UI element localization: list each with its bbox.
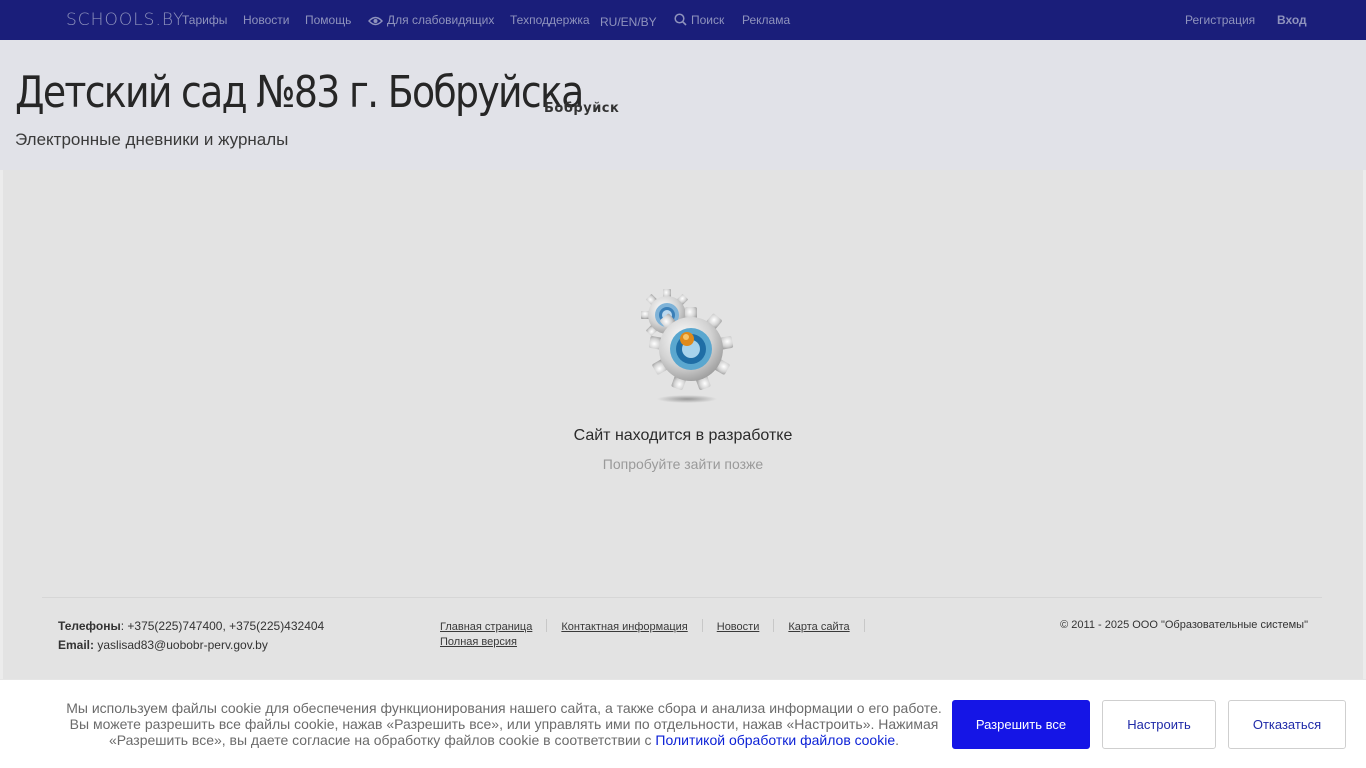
footer-copyright: © 2011 - 2025 ООО "Образовательные систе… [1060,619,1308,631]
footer-link-separator [773,619,775,632]
footer-link-separator [546,619,548,632]
email-label: Email: [58,638,95,652]
cookie-banner: Мы используем файлы cookie для обеспечен… [0,679,1366,768]
page-title: Детский сад №83 г. Бобруйска [15,67,584,118]
allow-all-button[interactable]: Разрешить все [952,700,1090,749]
footer-phones: Телефоны: +375(225)747400, +375(225)4324… [58,619,324,633]
footer-links: Главная страница Контактная информация Нов… [440,619,880,650]
nav-language-switch[interactable]: RU/EN/BY [600,15,657,29]
footer-link-contacts[interactable]: Контактная информация [561,621,687,633]
footer-link-full-version[interactable]: Полная версия [440,636,517,648]
eye-icon [368,16,383,26]
top-nav: SCHOOLS.BY Тарифы Новости Помощь Для сла… [0,0,1366,40]
phones-value: : +375(225)747400, +375(225)432404 [120,619,325,633]
nav-search-label: Поиск [691,13,725,27]
maintenance-submessage: Попробуйте зайти позже [602,456,764,472]
city-label: Бобруйск [544,101,620,116]
configure-button[interactable]: Настроить [1102,700,1216,749]
cookie-policy-link[interactable]: Политикой обработки файлов cookie [655,732,895,748]
gears-icon [633,287,741,407]
footer-link-separator [863,619,865,632]
footer-email: Email: yaslisad83@uobobr-perv.gov.by [58,638,268,652]
search-icon [674,13,687,26]
footer-link-home[interactable]: Главная страница [440,621,532,633]
nav-accessibility-label: Для слабовидящих [387,13,495,27]
nav-news[interactable]: Новости [243,13,289,27]
cookie-message-end: . [895,732,900,748]
deny-button[interactable]: Отказаться [1228,700,1346,749]
nav-support[interactable]: Техподдержка [510,13,590,27]
cookie-text: Мы используем файлы cookie для обеспечен… [60,700,948,748]
page-subtitle: Электронные дневники и журналы [15,130,289,149]
phones-label: Телефоны [58,619,121,633]
nav-search[interactable]: Поиск [674,13,724,27]
register-link[interactable]: Регистрация [1185,13,1255,27]
login-link[interactable]: Вход [1277,13,1307,27]
footer-link-sitemap[interactable]: Карта сайта [788,621,849,633]
nav-help[interactable]: Помощь [305,13,351,27]
footer-link-news[interactable]: Новости [717,621,760,633]
site-header: Детский сад №83 г. Бобруйска Бобруйск Эл… [0,40,1366,170]
site-logo[interactable]: SCHOOLS.BY [66,10,184,30]
footer-link-separator [701,619,703,632]
footer-divider [42,597,1322,598]
maintenance-message: Сайт находится в разработке [573,427,793,444]
nav-tariffs[interactable]: Тарифы [182,13,227,27]
email-value[interactable]: yaslisad83@uobobr-perv.gov.by [94,638,268,652]
nav-ads[interactable]: Реклама [742,13,790,27]
nav-accessibility[interactable]: Для слабовидящих [368,13,494,27]
main-content: Сайт находится в разработке Попробуйте з… [3,170,1363,680]
